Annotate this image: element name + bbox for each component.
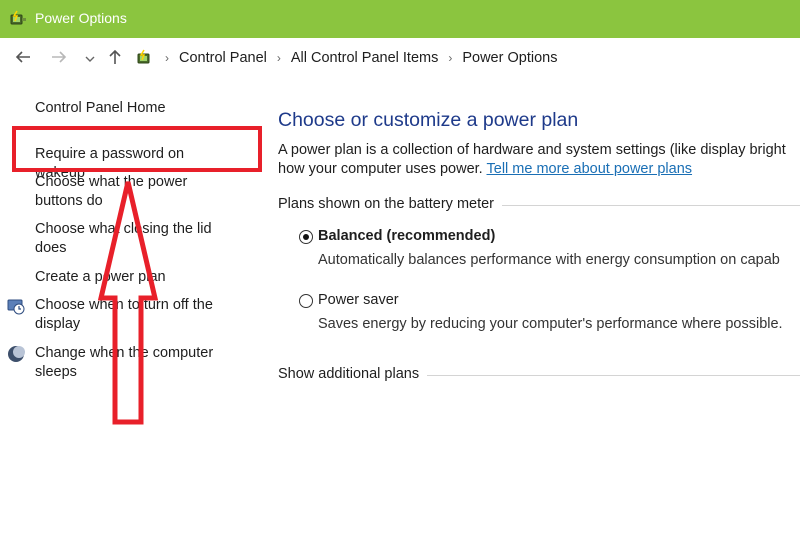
page-description: A power plan is a collection of hardware… xyxy=(278,141,800,179)
forward-button[interactable] xyxy=(50,48,68,69)
annotation-arrow-icon xyxy=(97,181,159,425)
window-title: Power Options xyxy=(35,10,127,26)
chevron-right-icon[interactable]: › xyxy=(448,51,452,65)
learn-more-link[interactable]: Tell me more about power plans xyxy=(487,161,693,177)
radio-balanced[interactable] xyxy=(299,230,313,244)
plan-name-power-saver[interactable]: Power saver xyxy=(318,292,399,308)
arrow-up-icon xyxy=(109,49,121,64)
chevron-down-icon xyxy=(85,56,95,62)
description-line-1: A power plan is a collection of hardware… xyxy=(278,142,786,158)
control-panel-icon xyxy=(137,49,150,64)
arrow-left-icon xyxy=(15,51,30,63)
power-options-icon xyxy=(10,10,26,25)
breadcrumb-power-options[interactable]: Power Options xyxy=(462,50,557,66)
main-content: Choose or customize a power plan A power… xyxy=(278,78,800,551)
address-bar: › Control Panel › All Control Panel Item… xyxy=(0,38,800,78)
title-bar: Power Options xyxy=(0,0,800,38)
moon-icon xyxy=(8,346,25,362)
recent-locations-button[interactable] xyxy=(84,50,96,68)
arrow-right-icon xyxy=(52,51,67,63)
group-label-battery-meter: Plans shown on the battery meter xyxy=(278,196,503,212)
page-title: Choose or customize a power plan xyxy=(278,109,579,131)
plan-name-balanced[interactable]: Balanced (recommended) xyxy=(318,228,495,244)
plan-description-power-saver: Saves energy by reducing your computer's… xyxy=(318,316,783,332)
chevron-right-icon[interactable]: › xyxy=(165,51,169,65)
radio-power-saver[interactable] xyxy=(299,294,313,308)
breadcrumb: › Control Panel › All Control Panel Item… xyxy=(135,47,557,69)
annotation-highlight-box xyxy=(12,126,262,172)
breadcrumb-all-items[interactable]: All Control Panel Items xyxy=(291,50,438,66)
sidebar-item-control-panel-home[interactable]: Control Panel Home xyxy=(35,99,235,118)
breadcrumb-control-panel[interactable]: Control Panel xyxy=(179,50,267,66)
show-additional-plans[interactable]: Show additional plans xyxy=(278,366,428,382)
display-clock-icon xyxy=(7,299,25,315)
chevron-right-icon[interactable]: › xyxy=(277,51,281,65)
plan-description-balanced: Automatically balances performance with … xyxy=(318,252,780,268)
back-button[interactable] xyxy=(14,48,32,69)
description-line-2: how your computer uses power. xyxy=(278,161,483,177)
up-button[interactable] xyxy=(106,48,124,69)
